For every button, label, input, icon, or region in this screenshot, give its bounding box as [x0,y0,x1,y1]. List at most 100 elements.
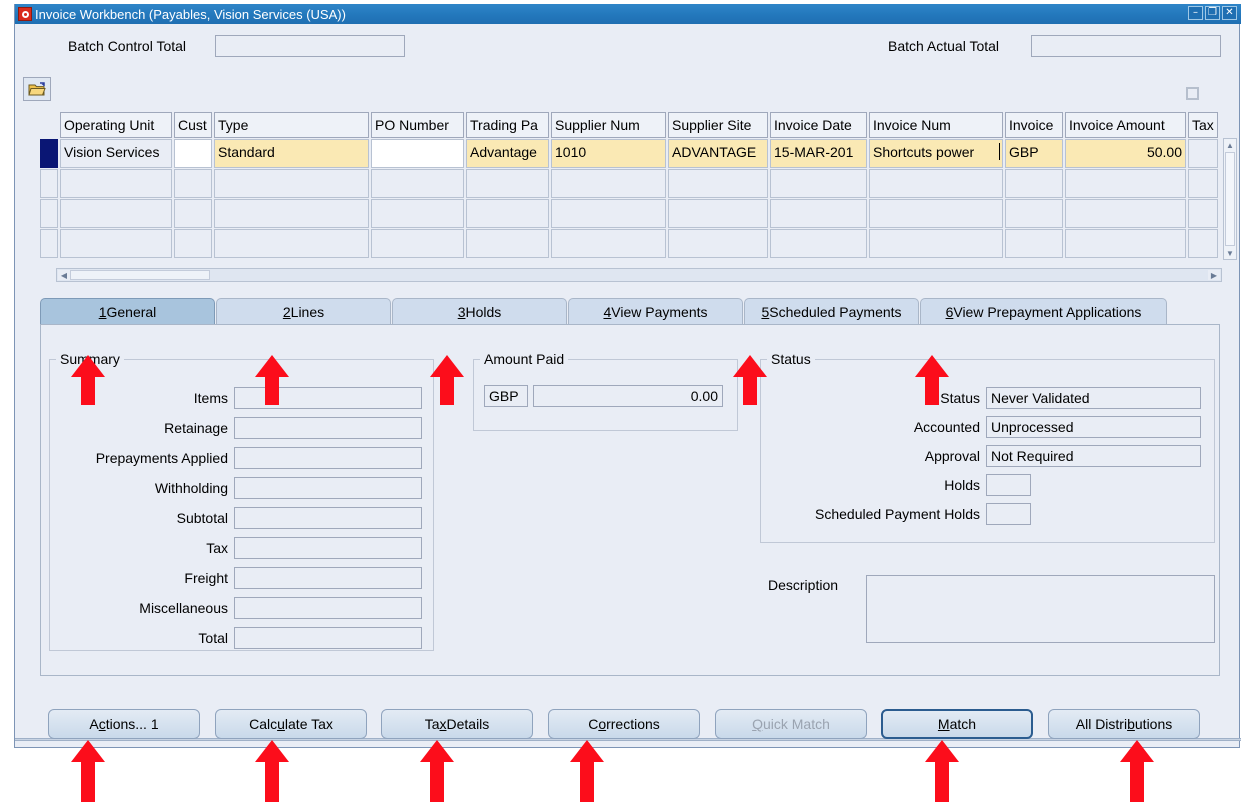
grid-column-header[interactable]: Type [214,112,369,138]
folder-toolbar-checkbox[interactable] [1186,87,1199,100]
tab-view-payments[interactable]: 4 View Payments [568,298,743,325]
grid-cell[interactable]: Standard [214,139,369,168]
grid-column-header[interactable]: Supplier Num [551,112,666,138]
row-selector[interactable] [40,169,58,198]
grid-cell[interactable] [371,139,464,168]
tab-holds[interactable]: 3 Holds [392,298,567,325]
open-folder-icon[interactable] [23,77,51,101]
grid-cell[interactable]: 50.00 [1065,139,1186,168]
grid-cell[interactable] [214,169,369,198]
grid-cell[interactable]: 15-MAR-201 [770,139,867,168]
grid-cell[interactable] [551,229,666,258]
tab-label: Lines [290,304,325,320]
match-button[interactable]: Match [881,709,1033,739]
row-selector[interactable] [40,139,58,168]
tab-lines[interactable]: 2 Lines [216,298,391,325]
grid-cell[interactable] [371,199,464,228]
grid-cell[interactable] [214,229,369,258]
grid-cell[interactable] [174,169,212,198]
close-button[interactable]: ✕ [1222,6,1237,20]
tab-general[interactable]: 1 General [40,298,215,325]
grid-cell[interactable] [770,199,867,228]
calculate-tax-button[interactable]: Calc u late Tax [215,709,367,739]
window-title-bar[interactable]: Invoice Workbench (Payables, Vision Serv… [15,4,1241,24]
grid-cell[interactable] [174,229,212,258]
maximize-button[interactable]: ❐ [1205,6,1220,20]
tab-view-prepayment-applications[interactable]: 6 View Prepayment Applications [920,298,1167,325]
grid-cell[interactable]: 1010 [551,139,666,168]
grid-column-header[interactable]: Invoice Date [770,112,867,138]
grid-cell[interactable] [668,229,768,258]
grid-cell[interactable] [1065,169,1186,198]
grid-cell[interactable]: Advantage [466,139,549,168]
arrow-head-icon [71,355,105,377]
grid-column-header[interactable]: Invoice Num [869,112,1003,138]
row-selector[interactable] [40,229,58,258]
grid-cell[interactable] [1005,229,1063,258]
grid-cell[interactable] [1188,199,1218,228]
grid-cell[interactable]: ADVANTAGE [668,139,768,168]
grid-column-header[interactable]: Trading Pa [466,112,549,138]
description-textarea[interactable] [866,575,1215,643]
grid-column-header[interactable]: Invoice [1005,112,1063,138]
grid-cell[interactable] [371,229,464,258]
table-row[interactable] [40,199,1220,228]
grid-column-header[interactable]: Supplier Site [668,112,768,138]
all-distributions-button[interactable]: All Distri b utions [1048,709,1200,739]
actions-button[interactable]: Ac tions... 1 [48,709,200,739]
grid-cell[interactable] [60,169,172,198]
grid-cell[interactable] [60,229,172,258]
tax-details-button[interactable]: Ta x Details [381,709,533,739]
batch-control-total-input[interactable] [215,35,405,57]
grid-cell[interactable]: GBP [1005,139,1063,168]
grid-cell[interactable] [668,169,768,198]
grid-vertical-scrollbar[interactable]: ▲ ▼ [1223,138,1237,260]
scroll-left-icon[interactable]: ◀ [58,270,70,280]
grid-horizontal-scroll-thumb[interactable] [70,270,210,280]
table-row[interactable] [40,169,1220,198]
grid-column-header[interactable]: Tax [1188,112,1218,138]
grid-column-header[interactable]: Cust [174,112,212,138]
grid-cell[interactable] [1005,199,1063,228]
grid-cell[interactable] [1188,229,1218,258]
grid-cell[interactable] [1065,229,1186,258]
grid-cell[interactable] [551,169,666,198]
table-row[interactable] [40,229,1220,258]
grid-column-header[interactable]: PO Number [371,112,464,138]
grid-cell[interactable] [1188,139,1218,168]
corrections-button[interactable]: Co rrections [548,709,700,739]
grid-cell[interactable] [869,229,1003,258]
grid-cell[interactable] [466,229,549,258]
grid-cell[interactable] [869,169,1003,198]
grid-cell[interactable] [770,169,867,198]
minimize-button[interactable]: – [1188,6,1203,20]
row-selector[interactable] [40,199,58,228]
grid-cell[interactable] [214,199,369,228]
grid-cell[interactable] [466,199,549,228]
table-row[interactable]: Vision Services Standard Advantage 1010 ADVA… [40,139,1220,168]
grid-cell[interactable]: Vision Services [60,139,172,168]
grid-cell[interactable] [174,139,212,168]
grid-cell[interactable] [551,199,666,228]
grid-cell[interactable]: Shortcuts power [869,139,1003,168]
grid-cell[interactable] [668,199,768,228]
grid-cell[interactable] [869,199,1003,228]
grid-cell[interactable] [1005,169,1063,198]
grid-column-header[interactable]: Operating Unit [60,112,172,138]
grid-column-header[interactable]: Invoice Amount [1065,112,1186,138]
grid-horizontal-scrollbar[interactable]: ◀ ▶ [56,268,1222,282]
grid-cell[interactable] [60,199,172,228]
description-label: Description [768,577,839,593]
grid-cell[interactable] [1188,169,1218,198]
grid-cell[interactable] [1065,199,1186,228]
scroll-up-icon[interactable]: ▲ [1224,139,1236,151]
grid-cell[interactable] [174,199,212,228]
scroll-down-icon[interactable]: ▼ [1224,247,1236,259]
batch-actual-total-input[interactable] [1031,35,1221,57]
grid-cell[interactable] [371,169,464,198]
tab-scheduled-payments[interactable]: 5 Scheduled Payments [744,298,919,325]
grid-vertical-scroll-thumb[interactable] [1225,152,1235,246]
grid-cell[interactable] [466,169,549,198]
grid-cell[interactable] [770,229,867,258]
scroll-right-icon[interactable]: ▶ [1208,270,1220,280]
